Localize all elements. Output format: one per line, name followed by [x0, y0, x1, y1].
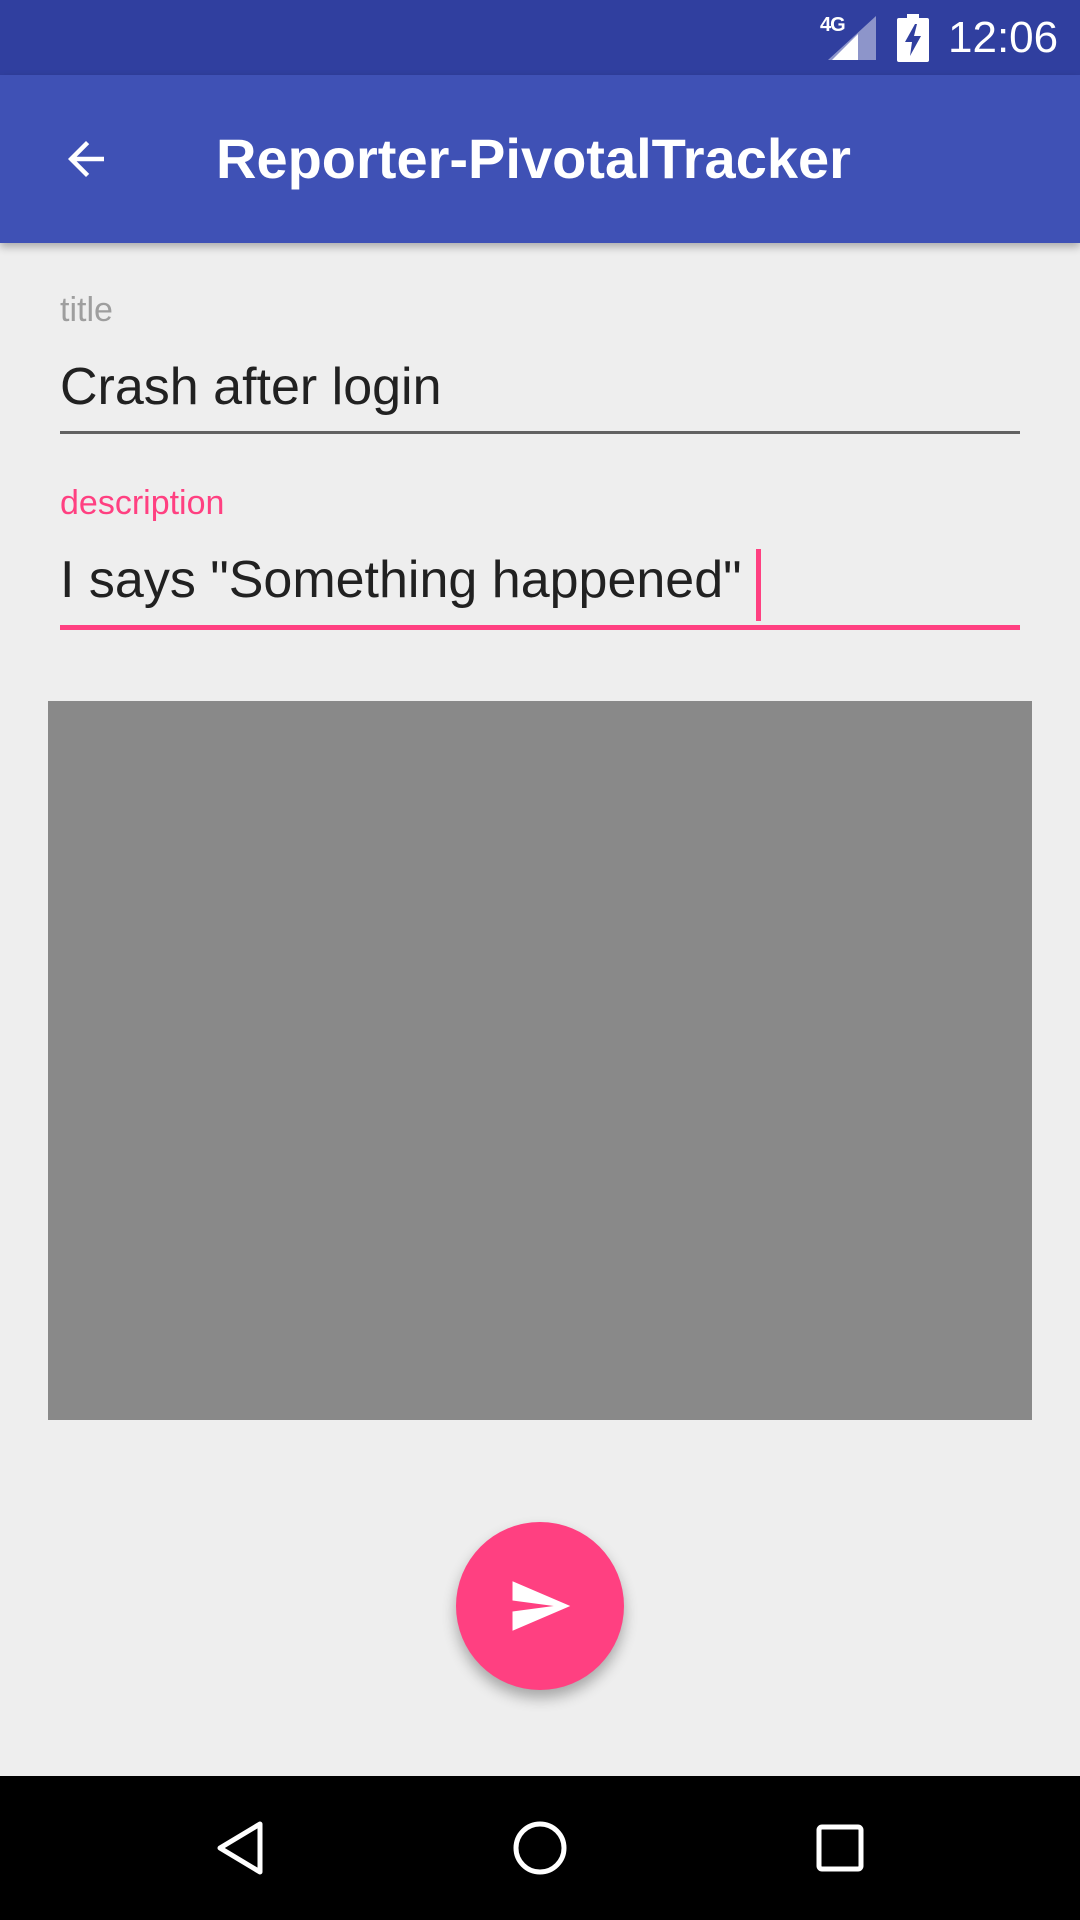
arrow-back-icon	[68, 141, 104, 177]
status-bar: 4G 12:06	[0, 0, 1080, 75]
app-bar: Reporter-PivotalTracker	[0, 75, 1080, 243]
signal-icon	[828, 16, 876, 60]
send-icon	[512, 1581, 571, 1631]
title-input[interactable]	[60, 354, 1020, 420]
nav-home-button[interactable]	[492, 1800, 588, 1896]
nav-back-button[interactable]	[192, 1800, 288, 1896]
nav-recents-button[interactable]	[792, 1800, 888, 1896]
text-cursor	[756, 549, 761, 621]
description-input[interactable]	[60, 547, 1020, 613]
app-title: Reporter-PivotalTracker	[216, 127, 851, 190]
title-underline	[60, 431, 1020, 434]
title-label: title	[60, 291, 113, 329]
back-button[interactable]	[38, 111, 134, 207]
battery-charging-icon	[897, 14, 929, 62]
description-field: description	[60, 483, 1020, 633]
nav-back-icon	[217, 1821, 263, 1875]
screenshot-preview	[48, 701, 1032, 1420]
description-label: description	[60, 484, 225, 522]
status-clock: 12:06	[948, 13, 1059, 62]
title-field: title	[60, 290, 1020, 440]
nav-home-icon	[513, 1821, 567, 1875]
description-underline	[60, 625, 1020, 630]
navigation-bar	[0, 1776, 1080, 1920]
send-button[interactable]	[456, 1522, 624, 1690]
nav-recents-icon	[816, 1824, 864, 1872]
